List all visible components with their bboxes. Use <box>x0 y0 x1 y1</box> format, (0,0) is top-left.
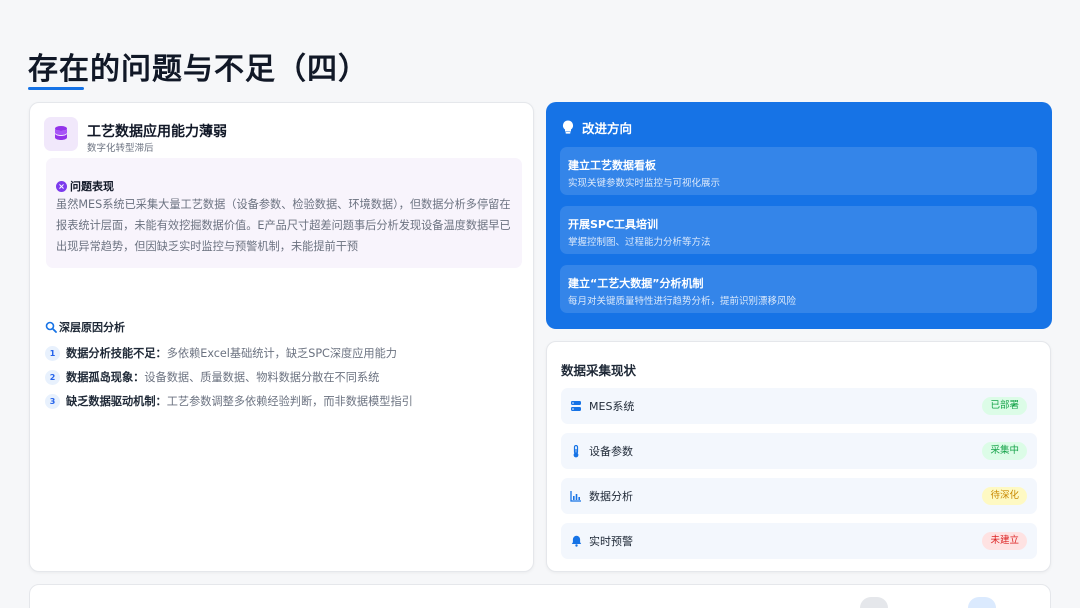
improvement-title: 建立“工艺大数据”分析机制 <box>568 277 704 290</box>
status-row-label: MES系统 <box>589 400 635 413</box>
cause-label: 数据孤岛现象： <box>66 371 145 384</box>
lightbulb-icon <box>563 120 573 134</box>
card-subtitle: 数字化转型滞后 <box>87 143 154 154</box>
cause-heading-label: 深层原因分析 <box>59 321 125 334</box>
title-underline <box>28 87 84 90</box>
status-row: MES系统 已部署 <box>561 388 1037 424</box>
number-badge: 1 <box>45 345 60 361</box>
x-circle-icon: × <box>56 180 67 192</box>
cause-text: 多依赖Excel基础统计，缺乏SPC深度应用能力 <box>166 347 397 360</box>
improvement-desc: 实现关键参数实时监控与可视化展示 <box>568 178 721 189</box>
list-item: 1 数据分析技能不足： 多依赖Excel基础统计，缺乏SPC深度应用能力 <box>45 341 525 365</box>
cause-heading: 深层原因分析 <box>45 319 125 335</box>
improvement-heading-label: 改进方向 <box>582 121 633 136</box>
improvement-heading: 改进方向 <box>562 118 632 137</box>
status-badge: 采集中 <box>982 442 1027 460</box>
status-badge: 未建立 <box>982 532 1027 550</box>
bottom-card <box>29 584 1051 608</box>
improvement-desc: 每月对关键质量特性进行趋势分析，提前识别漂移风险 <box>568 296 797 307</box>
status-row: 数据分析 待深化 <box>561 478 1037 514</box>
improvement-item: 建立“工艺大数据”分析机制 每月对关键质量特性进行趋势分析，提前识别漂移风险 <box>560 265 1037 313</box>
improvement-card: 改进方向 建立工艺数据看板 实现关键参数实时监控与可视化展示 开展SPC工具培训… <box>546 102 1052 329</box>
cause-text: 工艺参数调整多依赖经验判断，而非数据模型指引 <box>166 395 413 408</box>
data-collection-title: 数据采集现状 <box>561 363 637 378</box>
chart-icon <box>569 489 583 503</box>
card-title: 工艺数据应用能力薄弱 <box>87 124 227 140</box>
improvement-desc: 掌握控制图、过程能力分析等方法 <box>568 237 711 248</box>
improvement-title: 建立工艺数据看板 <box>568 159 656 172</box>
number-badge: 3 <box>45 393 60 409</box>
bell-icon <box>569 534 583 548</box>
phase-pill <box>968 597 996 608</box>
cause-text: 设备数据、质量数据、物料数据分散在不同系统 <box>144 371 380 384</box>
cause-list: 1 数据分析技能不足： 多依赖Excel基础统计，缺乏SPC深度应用能力 2 数… <box>45 341 525 413</box>
issue-box: × 问题表现 虽然MES系统已采集大量工艺数据（设备参数、检验数据、环境数据），… <box>46 158 522 268</box>
list-item: 2 数据孤岛现象： 设备数据、质量数据、物料数据分散在不同系统 <box>45 365 525 389</box>
improvement-title: 开展SPC工具培训 <box>568 218 659 231</box>
status-row: 实时预警 未建立 <box>561 523 1037 559</box>
issue-heading-label: 问题表现 <box>70 180 114 193</box>
status-row-label: 设备参数 <box>589 445 633 458</box>
improvement-item: 建立工艺数据看板 实现关键参数实时监控与可视化展示 <box>560 147 1037 195</box>
list-item: 3 缺乏数据驱动机制： 工艺参数调整多依赖经验判断，而非数据模型指引 <box>45 389 525 413</box>
database-icon <box>44 117 78 151</box>
status-row-label: 实时预警 <box>589 535 633 548</box>
improvement-item: 开展SPC工具培训 掌握控制图、过程能力分析等方法 <box>560 206 1037 254</box>
status-badge: 已部署 <box>982 397 1027 415</box>
server-icon <box>569 399 583 413</box>
page-title: 存在的问题与不足（四） <box>28 52 369 87</box>
cause-label: 数据分析技能不足： <box>66 347 167 360</box>
status-badge: 待深化 <box>982 487 1027 505</box>
phase-pill <box>860 597 888 608</box>
issue-heading: × 问题表现 <box>56 178 114 194</box>
status-row: 设备参数 采集中 <box>561 433 1037 469</box>
number-badge: 2 <box>45 369 60 385</box>
cause-label: 缺乏数据驱动机制： <box>66 395 167 408</box>
status-row-label: 数据分析 <box>589 490 633 503</box>
issue-text: 虽然MES系统已采集大量工艺数据（设备参数、检验数据、环境数据），但数据分析多停… <box>56 198 511 253</box>
data-collection-card: 数据采集现状 MES系统 已部署 设备参数 采集中 数据分析 待深化 实时预警 … <box>546 341 1051 572</box>
search-icon <box>45 321 57 333</box>
thermometer-icon <box>569 444 583 458</box>
problem-card: 工艺数据应用能力薄弱 数字化转型滞后 × 问题表现 虽然MES系统已采集大量工艺… <box>29 102 534 572</box>
